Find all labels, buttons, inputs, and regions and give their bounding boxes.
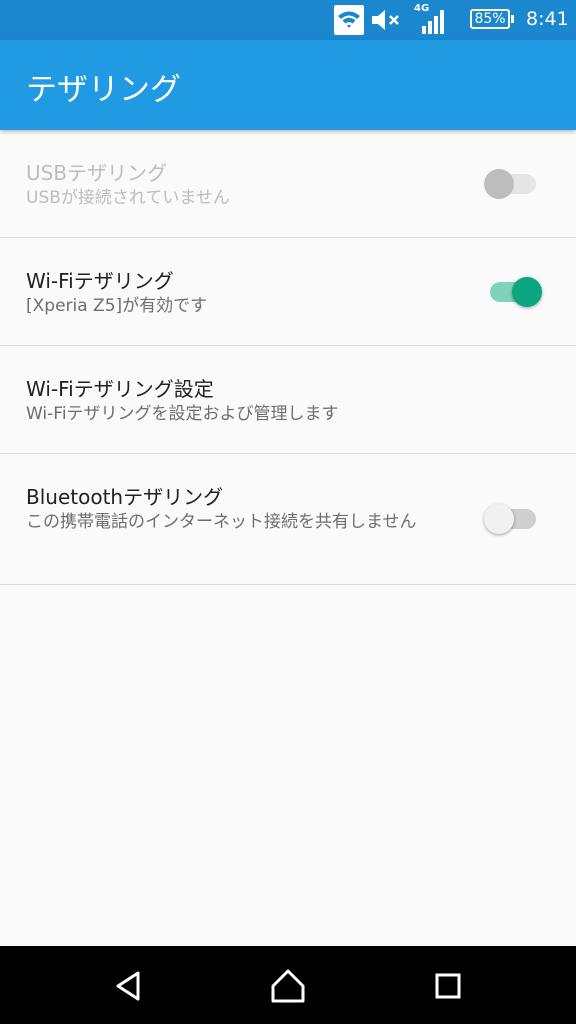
wifi-icon <box>334 5 364 35</box>
back-icon[interactable] <box>108 966 148 1006</box>
usb-tethering-title: USBテザリング <box>26 161 168 185</box>
wifi-tethering-settings-title: Wi-Fiテザリング設定 <box>26 377 214 401</box>
mute-icon <box>370 8 402 32</box>
settings-list: USBテザリング USBが接続されていません Wi-Fiテザリング [Xperi… <box>0 130 576 585</box>
switch-thumb <box>484 504 514 534</box>
wifi-tethering-summary: [Xperia Z5]が有効です <box>26 296 208 316</box>
usb-tethering-item[interactable]: USBテザリング USBが接続されていません <box>0 130 576 238</box>
wifi-tethering-settings-item[interactable]: Wi-Fiテザリング設定 Wi-Fiテザリングを設定および管理します <box>0 346 576 454</box>
app-bar: テザリング <box>0 40 576 130</box>
switch-thumb <box>484 169 514 199</box>
navigation-bar <box>0 946 576 1024</box>
usb-tethering-switch[interactable] <box>484 169 536 199</box>
status-bar: 4G 85% 8:41 <box>0 0 576 40</box>
bluetooth-tethering-summary: この携帯電話のインターネット接続を共有しません <box>26 512 417 532</box>
usb-tethering-summary: USBが接続されていません <box>26 188 230 208</box>
wifi-tethering-settings-summary: Wi-Fiテザリングを設定および管理します <box>26 404 339 424</box>
switch-thumb <box>512 277 542 307</box>
home-icon[interactable] <box>268 966 308 1006</box>
wifi-tethering-switch[interactable] <box>490 277 542 307</box>
bluetooth-tethering-item[interactable]: Bluetoothテザリング この携帯電話のインターネット接続を共有しません <box>0 454 576 585</box>
clock: 8:41 <box>526 8 569 30</box>
wifi-tethering-item[interactable]: Wi-Fiテザリング [Xperia Z5]が有効です <box>0 238 576 346</box>
recents-icon[interactable] <box>428 966 468 1006</box>
wifi-tethering-title: Wi-Fiテザリング <box>26 269 174 293</box>
page-title: テザリング <box>26 72 181 108</box>
signal-icon <box>414 4 450 36</box>
bluetooth-tethering-switch[interactable] <box>484 504 536 534</box>
bluetooth-tethering-title: Bluetoothテザリング <box>26 485 224 509</box>
battery-label: 85% <box>474 11 506 27</box>
battery-icon: 85% <box>470 9 514 29</box>
